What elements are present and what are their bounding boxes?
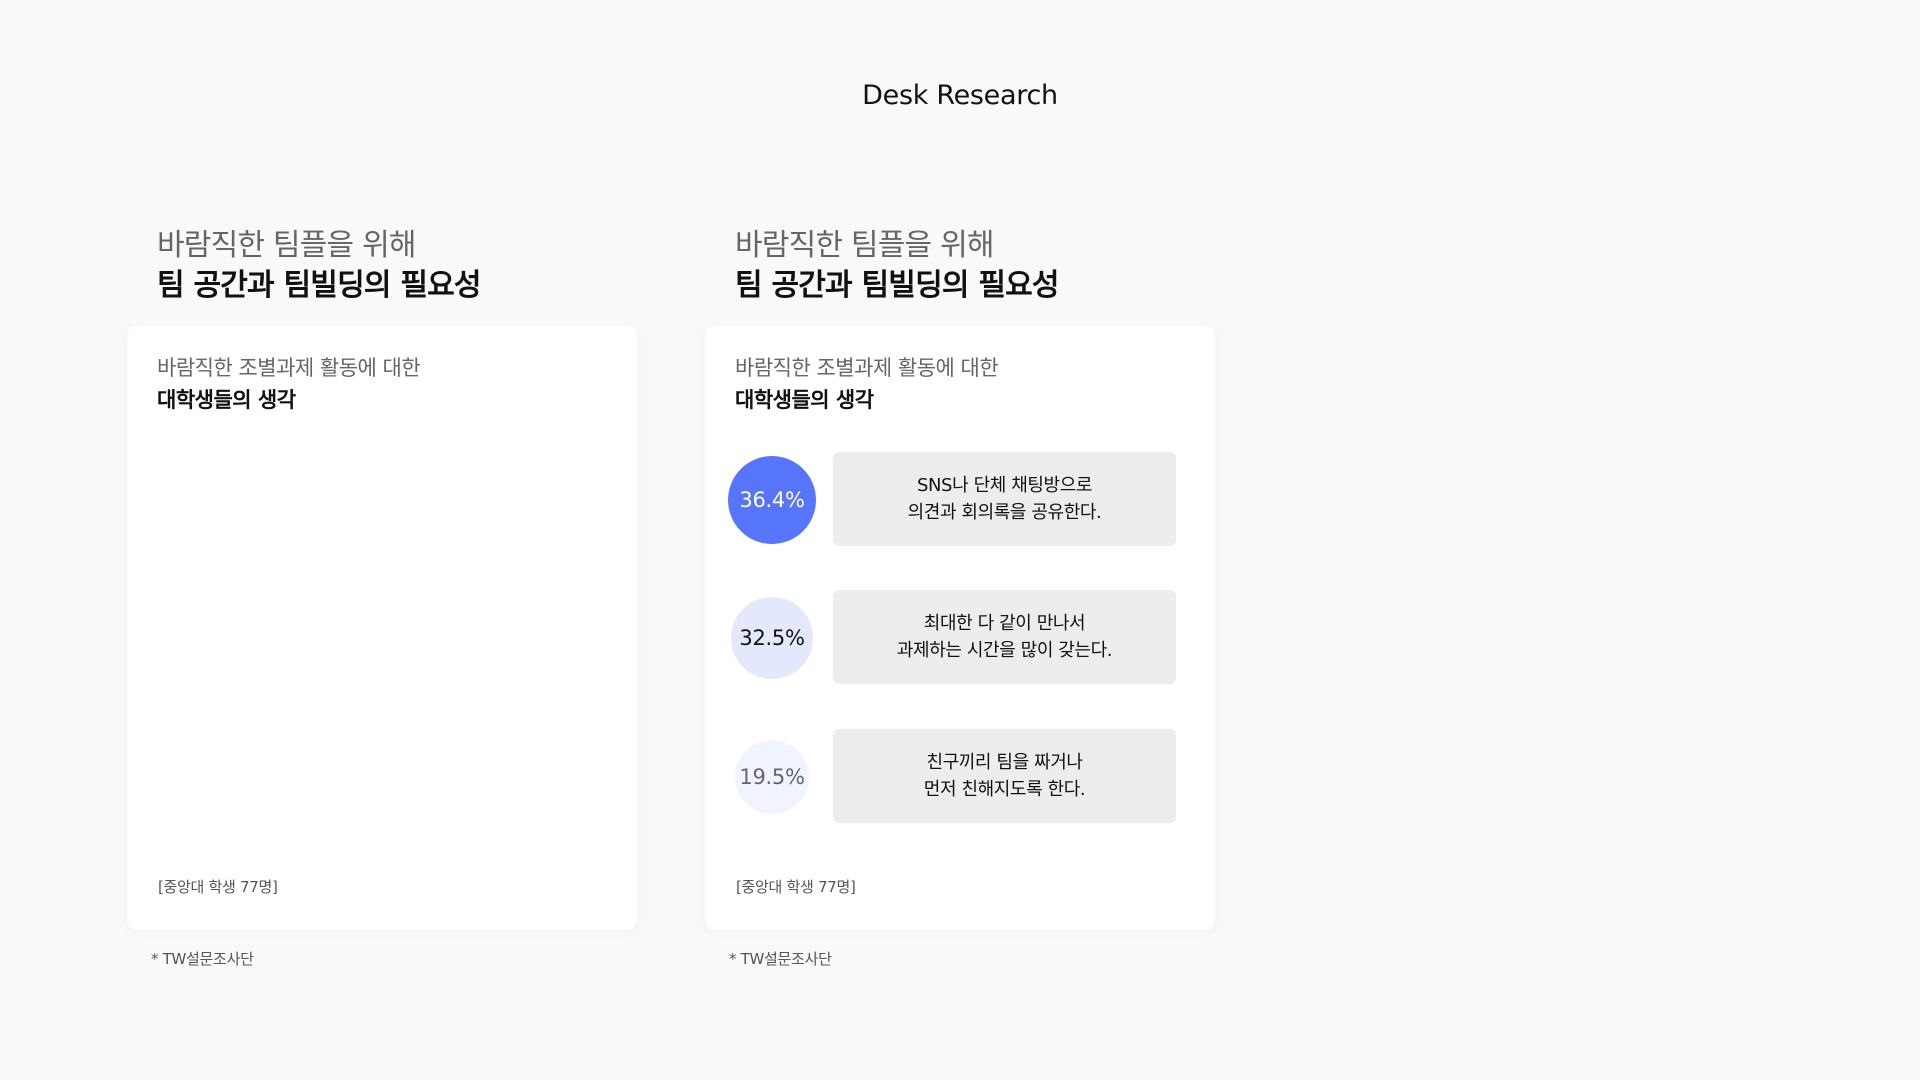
- heading-line2: 팀 공간과 팀빌딩의 필요성: [735, 268, 1060, 303]
- card-title-line2: 대학생들의 생각: [735, 388, 874, 412]
- stat-row: 32.5% 최대한 다 같이 만나서 과제하는 시간을 많이 갖는다.: [728, 590, 1192, 686]
- card-title-line2: 대학생들의 생각: [157, 388, 296, 412]
- source-note: * TW설문조사단: [151, 950, 254, 968]
- card-title: 바람직한 조별과제 활동에 대한 대학생들의 생각: [735, 352, 999, 416]
- stat-row: 19.5% 친구끼리 팀을 짜거나 먼저 친해지도록 한다.: [728, 729, 1192, 825]
- stat-description: SNS나 단체 채팅방으로 의견과 회의록을 공유한다.: [833, 452, 1176, 546]
- heading-line1: 바람직한 팀플을 위해: [735, 228, 994, 263]
- stat-row: 36.4% SNS나 단체 채팅방으로 의견과 회의록을 공유한다.: [728, 452, 1192, 548]
- sample-note: [중앙대 학생 77명]: [736, 878, 856, 896]
- panel-heading: 바람직한 팀플을 위해 팀 공간과 팀빌딩의 필요성: [735, 226, 1255, 306]
- survey-card: 바람직한 조별과제 활동에 대한 대학생들의 생각 36.4% SNS나 단체 …: [705, 326, 1215, 930]
- card-title: 바람직한 조별과제 활동에 대한 대학생들의 생각: [157, 352, 421, 416]
- percent-circle: 19.5%: [735, 740, 809, 814]
- survey-card: 바람직한 조별과제 활동에 대한 대학생들의 생각 [중앙대 학생 77명]: [127, 326, 637, 930]
- percent-circle: 36.4%: [728, 456, 816, 544]
- percent-circle: 32.5%: [731, 597, 813, 679]
- heading-line2: 팀 공간과 팀빌딩의 필요성: [157, 268, 482, 303]
- stat-line1: 최대한 다 같이 만나서: [923, 613, 1086, 634]
- stat-description: 최대한 다 같이 만나서 과제하는 시간을 많이 갖는다.: [833, 590, 1176, 684]
- card-title-line1: 바람직한 조별과제 활동에 대한: [735, 356, 999, 380]
- stat-line1: SNS나 단체 채팅방으로: [916, 475, 1093, 496]
- source-note: * TW설문조사단: [729, 950, 832, 968]
- card-title-line1: 바람직한 조별과제 활동에 대한: [157, 356, 421, 380]
- panel-heading: 바람직한 팀플을 위해 팀 공간과 팀빌딩의 필요성: [157, 226, 677, 306]
- page-title: Desk Research: [862, 80, 1058, 111]
- stat-line2: 먼저 친해지도록 한다.: [923, 779, 1086, 800]
- stat-line2: 의견과 회의록을 공유한다.: [907, 502, 1102, 523]
- sample-note: [중앙대 학생 77명]: [158, 878, 278, 896]
- heading-line1: 바람직한 팀플을 위해: [157, 228, 416, 263]
- stat-description: 친구끼리 팀을 짜거나 먼저 친해지도록 한다.: [833, 729, 1176, 823]
- stat-line1: 친구끼리 팀을 짜거나: [926, 752, 1083, 773]
- stat-line2: 과제하는 시간을 많이 갖는다.: [896, 640, 1113, 661]
